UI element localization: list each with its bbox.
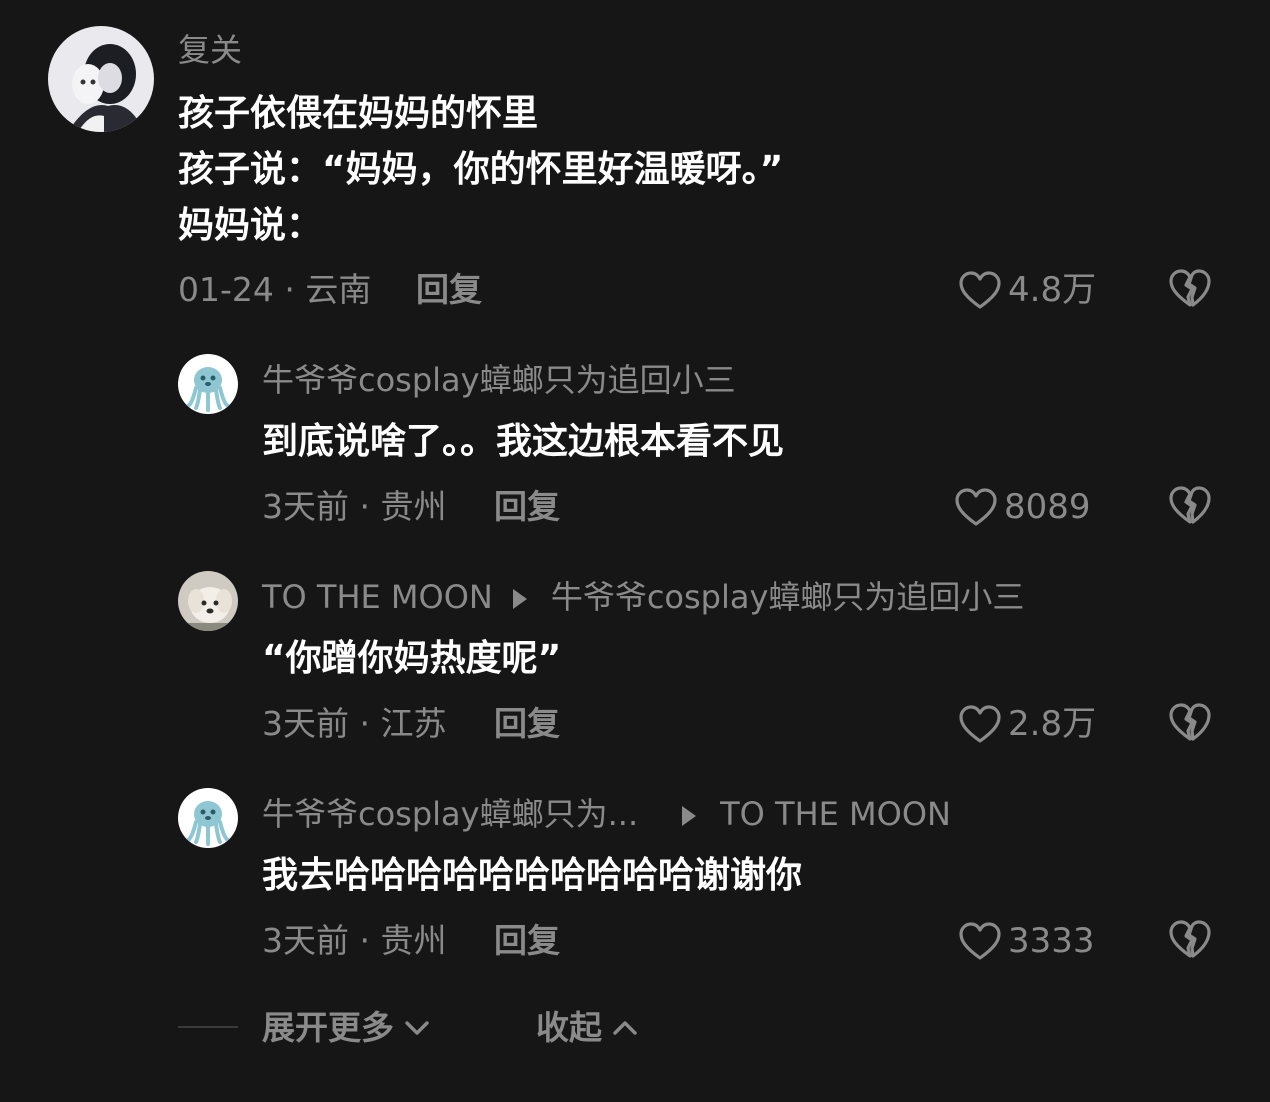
broken-heart-icon [1169,486,1211,524]
reply-button[interactable]: 回复 [416,270,482,310]
reply-button[interactable]: 回复 [494,704,560,744]
like-count: 3333 [1008,921,1095,961]
dislike-button[interactable] [1168,702,1212,746]
comment-author[interactable]: 牛爷爷cosplay蟑螂只为追回小三 [262,360,736,400]
triangle-right-icon [512,589,527,609]
heart-outline-icon [955,488,997,526]
heart-outline-icon [959,922,1001,960]
reply-to-author[interactable]: 牛爷爷cosplay蟑螂只为追回小三 [551,578,1025,616]
dislike-button[interactable] [1168,268,1212,312]
like-count: 4.8万 [1008,270,1097,310]
expand-more-button[interactable]: 展开更多 [262,1008,430,1048]
chevron-up-icon [613,1021,637,1035]
comment-text-line: 孩子说：“妈妈，你的怀里好温暖呀。” [178,149,784,190]
comment-author-row: 牛爷爷cosplay蟑螂只为... TO THE MOON [262,794,951,834]
comment-meta: 3天前 · 贵州 [262,921,447,960]
like-count: 8089 [1004,487,1091,527]
like-button[interactable]: 3333 [958,921,1095,961]
avatar[interactable] [178,571,238,631]
collapse-button[interactable]: 收起 [536,1008,638,1048]
dislike-button[interactable] [1168,485,1212,529]
comment-text: 我去哈哈哈哈哈哈哈哈哈哈谢谢你 [262,855,803,896]
comment-meta: 01-24 · 云南 [178,270,372,309]
reply-to-author[interactable]: TO THE MOON [720,795,951,833]
broken-heart-icon [1169,920,1211,958]
avatar[interactable] [48,26,154,132]
comment-meta: 3天前 · 贵州 [262,487,447,526]
broken-heart-icon [1169,703,1211,741]
heart-outline-icon [959,705,1001,743]
reply-button[interactable]: 回复 [494,487,560,527]
like-count: 2.8万 [1008,704,1097,744]
comment-author[interactable]: 牛爷爷cosplay蟑螂只为... [262,795,638,833]
comment-author-row: TO THE MOON 牛爷爷cosplay蟑螂只为追回小三 [262,577,1024,617]
like-button[interactable]: 4.8万 [958,270,1096,310]
comment-text-line: 妈妈说： [178,205,323,246]
expand-more-label: 展开更多 [262,1008,394,1047]
comment-author[interactable]: 复关 [178,30,242,70]
dislike-button[interactable] [1168,919,1212,963]
avatar[interactable] [178,788,238,848]
like-button[interactable]: 2.8万 [958,704,1096,744]
divider [178,1026,238,1028]
like-button[interactable]: 8089 [954,487,1091,527]
avatar[interactable] [178,354,238,414]
comment-text: “你蹭你妈热度呢” [262,638,562,679]
chevron-down-icon [405,1021,429,1035]
reply-button[interactable]: 回复 [494,921,560,961]
broken-heart-icon [1169,269,1211,307]
triangle-right-icon [682,806,697,826]
comment-text-line: 孩子依偎在妈妈的怀里 [178,93,539,134]
collapse-label: 收起 [536,1008,602,1047]
comment-text: 到底说啥了。。我这边根本看不见 [262,421,785,462]
comment-meta: 3天前 · 江苏 [262,704,447,743]
comment-author[interactable]: TO THE MOON [262,578,493,616]
heart-outline-icon [959,271,1001,309]
